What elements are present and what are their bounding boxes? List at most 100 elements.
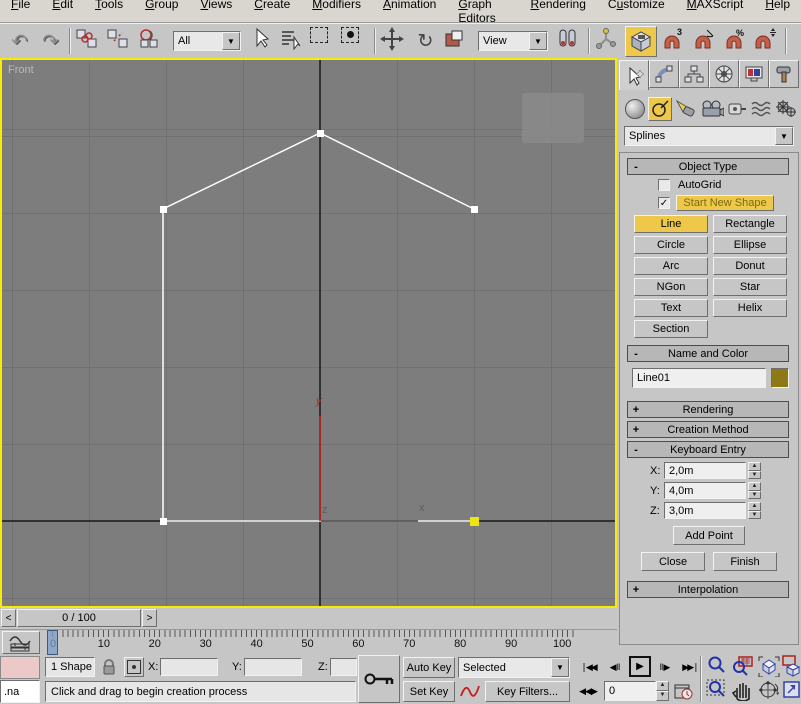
object-type-button-arc[interactable]: Arc (634, 257, 708, 275)
category-lights-icon[interactable] (675, 99, 697, 119)
unlink-selection-icon[interactable] (106, 27, 135, 56)
rollout-rendering-header[interactable]: + Rendering (627, 401, 789, 418)
time-slider-button[interactable]: 0 / 100 (17, 609, 141, 627)
use-center-icon[interactable] (555, 27, 584, 56)
select-object-icon[interactable] (248, 27, 277, 56)
object-type-button-helix[interactable]: Helix (713, 299, 787, 317)
maxscript-mini-listener-macro[interactable] (0, 656, 40, 679)
time-configuration-button[interactable] (674, 682, 694, 701)
tab-create[interactable] (619, 60, 649, 90)
object-color-swatch[interactable] (771, 368, 789, 388)
new-key-tangent-icon[interactable] (459, 682, 481, 700)
category-helpers-icon[interactable] (727, 100, 747, 118)
time-slider-prev-arrow[interactable]: < (1, 609, 16, 627)
spinner-up-icon[interactable]: ▲ (748, 502, 761, 511)
start-new-shape-checkbox[interactable]: ✓ (658, 197, 670, 209)
ke-y-field[interactable]: 4,0m (664, 482, 746, 499)
spinner-up-icon[interactable]: ▲ (748, 462, 761, 471)
spline-shape[interactable] (163, 133, 474, 521)
category-cameras-icon[interactable] (700, 100, 724, 118)
key-selection-dropdown[interactable]: Selected ▼ (458, 657, 570, 678)
spinner-down-icon[interactable]: ▼ (748, 491, 761, 500)
dropdown-arrow-icon[interactable]: ▼ (551, 658, 569, 677)
key-mode-toggle-button[interactable]: ◀◀▶ (576, 682, 600, 701)
snap-3d-icon[interactable]: 3 (659, 27, 688, 56)
track-bar[interactable]: 0102030405060708090100 (0, 630, 617, 656)
category-spacewarps-icon[interactable] (750, 100, 772, 118)
coord-y-field[interactable] (244, 658, 302, 676)
object-type-button-ellipse[interactable]: Ellipse (713, 236, 787, 254)
arc-rotate-button[interactable] (757, 679, 781, 701)
tab-utilities[interactable] (769, 60, 799, 88)
zoom-extents-all-button[interactable] (782, 655, 801, 677)
object-type-button-donut[interactable]: Donut (713, 257, 787, 275)
dropdown-arrow-icon[interactable]: ▼ (529, 32, 547, 50)
spinner-down-icon[interactable]: ▼ (748, 471, 761, 480)
go-to-end-button[interactable]: ▶▶❘ (678, 658, 702, 677)
time-slider-track[interactable]: < 0 / 100 > (0, 608, 617, 630)
object-name-field[interactable]: Line01 (632, 368, 766, 388)
spinner-up-icon[interactable]: ▲ (748, 482, 761, 491)
ke-x-field[interactable]: 2,0m (664, 462, 746, 479)
rollout-creation-method-header[interactable]: + Creation Method (627, 421, 789, 438)
play-button[interactable]: ▶ (629, 656, 651, 677)
rollout-keyboard-entry-header[interactable]: - Keyboard Entry (627, 441, 789, 458)
region-zoom-button[interactable] (706, 679, 728, 701)
reference-coord-dropdown[interactable]: View ▼ (478, 31, 548, 51)
spinner-up-icon[interactable]: ▲ (656, 681, 669, 691)
open-mini-curve-editor-button[interactable] (2, 631, 40, 654)
object-type-button-rectangle[interactable]: Rectangle (713, 215, 787, 233)
category-shapes-icon[interactable] (648, 97, 672, 121)
rollout-name-color-header[interactable]: - Name and Color (627, 345, 789, 362)
bind-to-space-warp-icon[interactable] (137, 27, 166, 56)
redo-button[interactable]: ↷ (36, 27, 65, 56)
spinner-down-icon[interactable]: ▼ (656, 691, 669, 701)
current-frame-field[interactable]: 0 (604, 681, 656, 701)
collapse-icon[interactable]: - (628, 348, 644, 360)
select-and-scale-icon[interactable] (442, 27, 471, 56)
time-slider-next-arrow[interactable]: > (142, 609, 157, 627)
close-button[interactable]: Close (641, 552, 705, 571)
next-frame-button[interactable]: ‖▶ (654, 658, 676, 677)
go-to-start-button[interactable]: ❘◀◀ (576, 658, 600, 677)
set-key-button[interactable]: Set Key (403, 681, 455, 702)
select-and-rotate-icon[interactable]: ↻ (411, 27, 440, 56)
viewport-front[interactable]: Front y z x (0, 58, 617, 608)
pan-button[interactable] (731, 679, 753, 701)
set-keys-button[interactable] (358, 655, 400, 703)
add-point-button[interactable]: Add Point (673, 526, 745, 545)
undo-button[interactable]: ↶ (5, 27, 34, 56)
snaps-toggle-button[interactable] (625, 26, 657, 57)
select-and-link-icon[interactable] (75, 27, 104, 56)
select-and-manipulate-icon[interactable] (594, 27, 623, 56)
category-systems-icon[interactable] (775, 99, 797, 119)
ke-z-field[interactable]: 3,0m (664, 502, 746, 519)
dropdown-arrow-icon[interactable]: ▼ (775, 127, 793, 145)
collapse-icon[interactable]: - (628, 161, 644, 173)
percent-snap-icon[interactable]: % (721, 27, 750, 56)
start-new-shape-button[interactable]: Start New Shape (676, 195, 774, 211)
coord-z-field[interactable] (330, 658, 357, 676)
zoom-all-button[interactable] (731, 655, 755, 677)
autogrid-checkbox[interactable] (658, 179, 670, 191)
trackbar-ruler[interactable]: 0102030405060708090100 (44, 630, 576, 655)
tab-hierarchy[interactable] (679, 60, 709, 88)
zoom-button[interactable] (706, 655, 728, 677)
key-filters-button[interactable]: Key Filters... (485, 681, 570, 702)
ke-y-spinner[interactable]: ▲▼ (748, 482, 761, 499)
dropdown-arrow-icon[interactable]: ▼ (222, 32, 240, 50)
frame-field-spinner[interactable]: ▲ ▼ (656, 681, 669, 701)
absolute-offset-toggle[interactable] (124, 657, 144, 677)
select-by-name-icon[interactable] (279, 27, 308, 56)
spinner-down-icon[interactable]: ▼ (748, 511, 761, 520)
selection-filter-dropdown[interactable]: All ▼ (173, 31, 241, 51)
rollout-interpolation-header[interactable]: + Interpolation (627, 581, 789, 598)
collapse-icon[interactable]: + (628, 584, 644, 596)
viewport-label[interactable]: Front (8, 64, 34, 76)
object-type-button-ngon[interactable]: NGon (634, 278, 708, 296)
auto-key-button[interactable]: Auto Key (403, 657, 455, 678)
object-type-button-text[interactable]: Text (634, 299, 708, 317)
tab-motion[interactable] (709, 60, 739, 88)
zoom-extents-button[interactable] (757, 655, 781, 677)
previous-frame-button[interactable]: ◀‖ (604, 658, 626, 677)
